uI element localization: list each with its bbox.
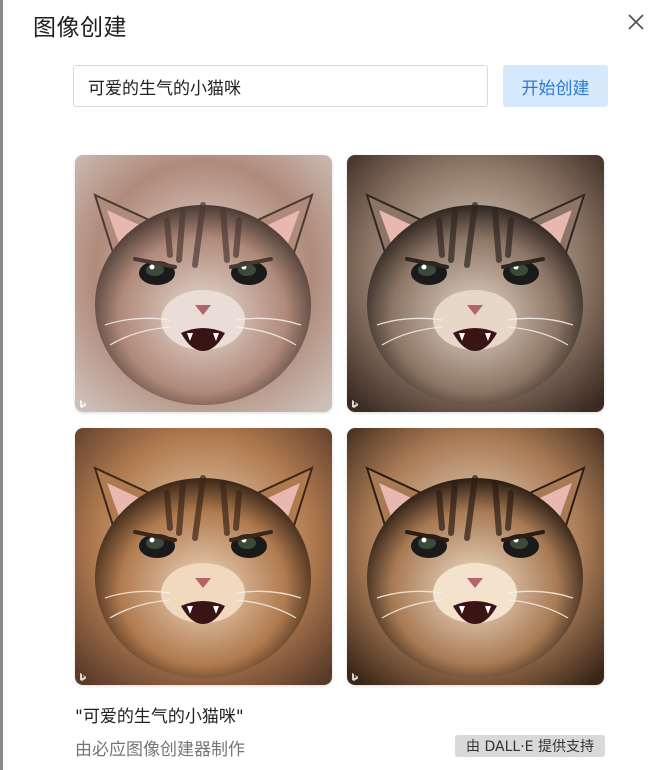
generated-image-1[interactable]	[75, 155, 332, 412]
bing-watermark-icon	[80, 673, 86, 681]
prompt-input[interactable]	[73, 65, 488, 107]
generated-image-4[interactable]	[347, 428, 604, 685]
kitten-image	[75, 155, 332, 412]
close-icon	[628, 14, 644, 30]
powered-by-badge[interactable]: 由 DALL·E 提供支持	[455, 735, 605, 757]
kitten-image	[347, 428, 604, 685]
dialog-edge	[0, 0, 3, 770]
close-button[interactable]	[624, 10, 648, 34]
start-create-button[interactable]: 开始创建	[503, 65, 608, 107]
bing-watermark-icon	[352, 400, 358, 408]
bing-watermark-icon	[352, 673, 358, 681]
kitten-image	[347, 155, 604, 412]
caption-title: "可爱的生气的小猫咪"	[75, 707, 244, 727]
generated-image-3[interactable]	[75, 428, 332, 685]
bing-watermark-icon	[80, 400, 86, 408]
caption-subtitle: 由必应图像创建器制作	[75, 740, 245, 760]
generated-image-2[interactable]	[347, 155, 604, 412]
dialog-title: 图像创建	[33, 15, 127, 41]
kitten-image	[75, 428, 332, 685]
